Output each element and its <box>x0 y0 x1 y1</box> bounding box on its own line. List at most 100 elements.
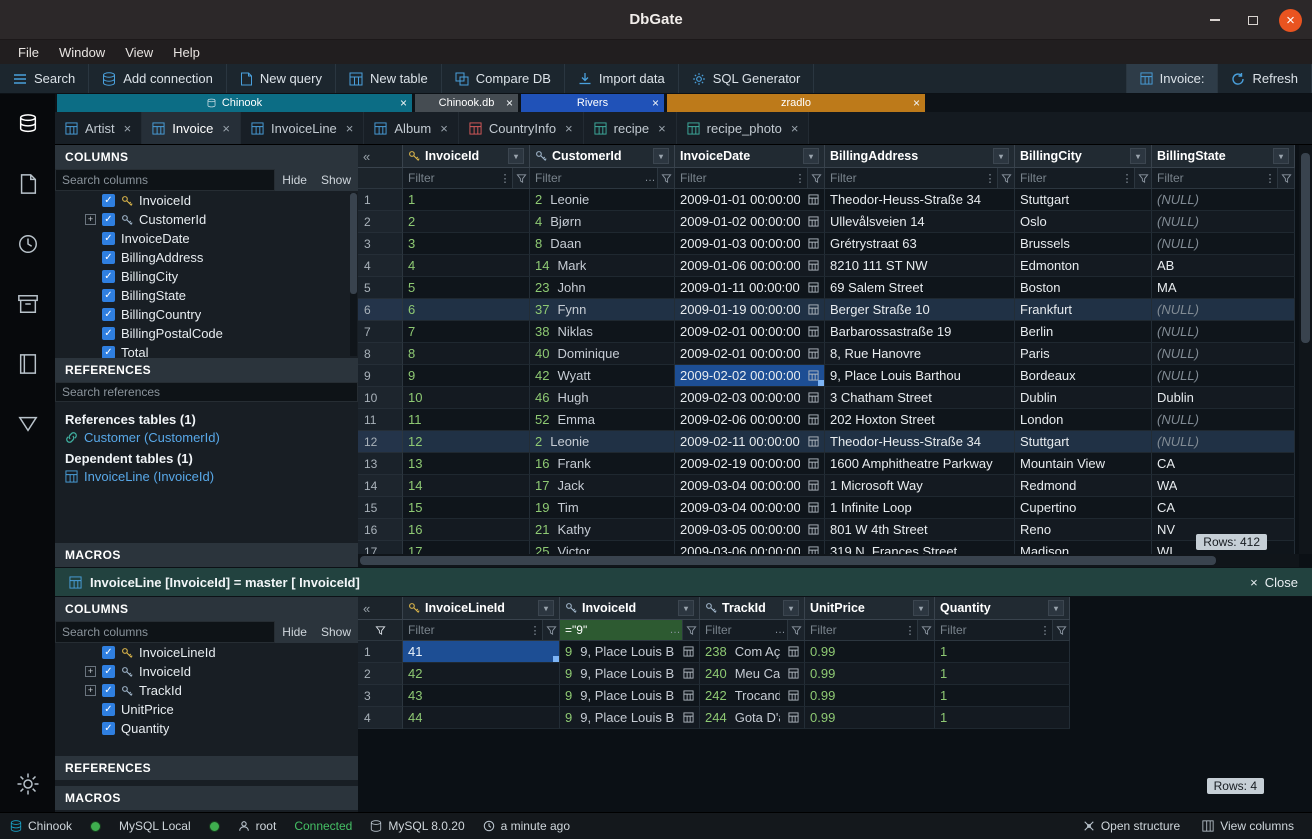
grid-cell[interactable]: Stuttgart <box>1015 431 1152 453</box>
column-dropdown-icon[interactable]: ▾ <box>678 600 694 616</box>
checkbox[interactable]: ✓ <box>102 722 115 735</box>
grid-cell[interactable]: Boston <box>1015 277 1152 299</box>
grid-cell[interactable]: 2009-02-02 00:00:00 <box>675 365 825 387</box>
lookup-icon[interactable] <box>788 690 799 701</box>
close-tab-icon[interactable]: × <box>791 121 799 136</box>
grid-cell[interactable]: (NULL) <box>1152 321 1295 343</box>
toolbar-button-compare-db[interactable]: Compare DB <box>442 64 565 93</box>
grid-cell[interactable]: 1 Microsoft Way <box>825 475 1015 497</box>
column-dropdown-icon[interactable]: ▾ <box>913 600 929 616</box>
column-dropdown-icon[interactable]: ▾ <box>508 148 524 164</box>
grid-cell[interactable]: CA <box>1152 497 1295 519</box>
lookup-icon[interactable] <box>788 668 799 679</box>
column-header[interactable]: CustomerId▾ <box>530 145 675 168</box>
grid-cell[interactable]: 99, Place Louis B <box>560 641 700 663</box>
view-columns-button[interactable]: View columns <box>1202 819 1294 833</box>
references-section-header[interactable]: REFERENCES <box>55 358 358 382</box>
filter-menu-icon[interactable]: ⋮ <box>1263 172 1277 185</box>
filter-funnel-icon[interactable] <box>1277 168 1294 188</box>
minimize-button[interactable] <box>1203 8 1227 32</box>
checkbox[interactable]: ✓ <box>102 646 115 659</box>
lookup-icon[interactable] <box>683 712 694 723</box>
show-columns-button[interactable]: Show <box>314 169 358 191</box>
close-tab-icon[interactable]: × <box>658 121 666 136</box>
grid-cell[interactable]: 2009-03-04 00:00:00 <box>675 497 825 519</box>
scrollbar-thumb[interactable] <box>360 556 1216 565</box>
grid-cell[interactable]: Grétrystraat 63 <box>825 233 1015 255</box>
grid-cell[interactable]: Paris <box>1015 343 1152 365</box>
column-header[interactable]: InvoiceDate▾ <box>675 145 825 168</box>
grid-cell[interactable]: 0.99 <box>805 685 935 707</box>
row-number[interactable]: 12 <box>358 431 403 453</box>
grid-cell[interactable]: CA <box>1152 453 1295 475</box>
column-dropdown-icon[interactable]: ▾ <box>538 600 554 616</box>
filter-funnel-icon[interactable] <box>917 620 934 640</box>
filter-input[interactable]: Filter <box>1152 171 1263 185</box>
refresh-button[interactable]: Refresh <box>1218 64 1312 93</box>
row-number[interactable]: 5 <box>358 277 403 299</box>
grid-cell[interactable]: 99, Place Louis B <box>560 663 700 685</box>
filter-menu-icon[interactable]: ⋮ <box>903 624 917 637</box>
close-tab-icon[interactable]: × <box>565 121 573 136</box>
grid-cell[interactable]: 99, Place Louis B <box>560 685 700 707</box>
grid-cell[interactable]: 14 <box>403 475 530 497</box>
grid-cell[interactable]: 1 <box>935 663 1070 685</box>
toolbar-button-import-data[interactable]: Import data <box>565 64 679 93</box>
calendar-icon[interactable] <box>808 546 819 554</box>
tab-artist[interactable]: Artist× <box>55 112 142 144</box>
grid-cell[interactable]: 2009-01-03 00:00:00 <box>675 233 825 255</box>
grid-cell[interactable]: 2009-01-01 00:00:00 <box>675 189 825 211</box>
filter-funnel-icon[interactable] <box>657 168 674 188</box>
filter-funnel-icon[interactable] <box>1052 620 1069 640</box>
expander-icon[interactable]: + <box>85 666 96 677</box>
tab-recipe-photo[interactable]: recipe_photo× <box>677 112 810 144</box>
calendar-icon[interactable] <box>808 502 819 513</box>
column-checkbox-item[interactable]: ✓InvoiceId <box>55 191 358 210</box>
filter-input[interactable]: Filter <box>700 623 773 637</box>
reference-link-customer[interactable]: Customer (CustomerId) <box>65 430 348 445</box>
rail-database-button[interactable] <box>0 94 55 154</box>
filter-active-indicator[interactable] <box>358 168 403 189</box>
grid-cell[interactable]: 2009-03-05 00:00:00 <box>675 519 825 541</box>
calendar-icon[interactable] <box>808 194 819 205</box>
grid-cell[interactable]: 0.99 <box>805 663 935 685</box>
close-tab-icon[interactable]: × <box>222 121 230 136</box>
toolbar-button-search[interactable]: Search <box>0 64 89 93</box>
grid-cell[interactable]: 99, Place Louis B <box>560 707 700 729</box>
current-tab-button[interactable]: Invoice: <box>1126 64 1219 93</box>
grid-cell[interactable]: 1 <box>935 707 1070 729</box>
grid-cell[interactable]: Frankfurt <box>1015 299 1152 321</box>
tab-recipe[interactable]: recipe× <box>584 112 677 144</box>
grid-cell[interactable]: 15 <box>403 497 530 519</box>
horizontal-scrollbar[interactable] <box>358 554 1299 567</box>
rail-settings-button[interactable] <box>0 756 55 812</box>
calendar-icon[interactable] <box>808 260 819 271</box>
checkbox[interactable]: ✓ <box>102 213 115 226</box>
row-number[interactable]: 10 <box>358 387 403 409</box>
grid-cell[interactable]: London <box>1015 409 1152 431</box>
grid-cell[interactable]: 4 <box>403 255 530 277</box>
column-dropdown-icon[interactable]: ▾ <box>1130 148 1146 164</box>
grid-cell[interactable]: 2009-02-11 00:00:00 <box>675 431 825 453</box>
row-number[interactable]: 2 <box>358 211 403 233</box>
grid-cell[interactable]: 23John <box>530 277 675 299</box>
row-number[interactable]: 14 <box>358 475 403 497</box>
grid-cell[interactable]: 801 W 4th Street <box>825 519 1015 541</box>
grid-cell[interactable]: 238Com Açúca <box>700 641 805 663</box>
grid-cell[interactable]: Dublin <box>1015 387 1152 409</box>
grid-cell[interactable]: Madison <box>1015 541 1152 554</box>
grid-cell[interactable]: 42Wyatt <box>530 365 675 387</box>
search-columns-input[interactable] <box>55 169 275 191</box>
column-checkbox-item[interactable]: ✓BillingCity <box>55 267 358 286</box>
filter-input[interactable]: Filter <box>530 171 643 185</box>
filter-options-icon[interactable]: … <box>643 172 657 184</box>
grid-cell[interactable]: Dublin <box>1152 387 1295 409</box>
collapse-column-panel-button[interactable]: « <box>358 597 403 620</box>
calendar-icon[interactable] <box>808 370 819 381</box>
calendar-icon[interactable] <box>808 480 819 491</box>
filter-funnel-icon[interactable] <box>542 620 559 640</box>
grid-cell[interactable]: (NULL) <box>1152 299 1295 321</box>
status-connection[interactable]: MySQL Local <box>119 819 191 833</box>
grid-cell[interactable]: Mountain View <box>1015 453 1152 475</box>
grid-cell[interactable]: 42 <box>403 663 560 685</box>
